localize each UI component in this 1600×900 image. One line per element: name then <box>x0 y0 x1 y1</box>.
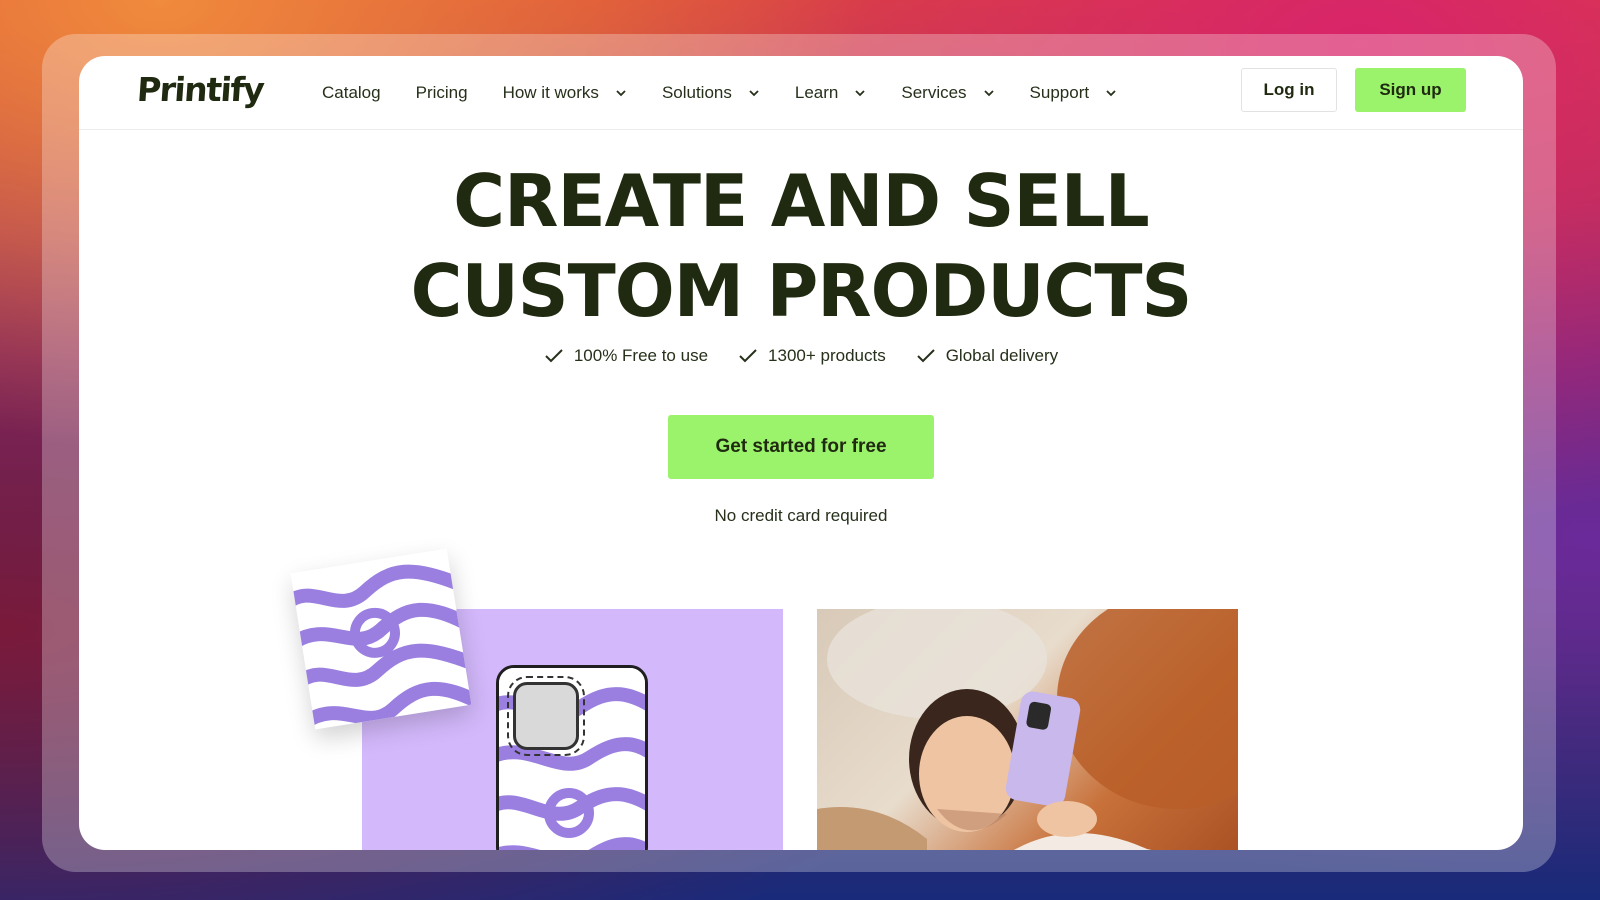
check-icon <box>545 349 563 363</box>
chevron-down-icon <box>749 90 759 97</box>
nav-item-pricing[interactable]: Pricing <box>416 83 468 103</box>
nav-menu: Catalog Pricing How it works Solutions L… <box>322 56 1152 130</box>
nav-item-label: Solutions <box>661 83 732 102</box>
browser-page: Printify Catalog Pricing How it works So… <box>79 56 1523 850</box>
feature-label: 1300+ products <box>768 346 886 365</box>
chevron-down-icon <box>855 90 865 97</box>
signup-button[interactable]: Sign up <box>1355 68 1466 112</box>
nav-item-how-it-works[interactable]: How it works <box>503 83 627 103</box>
nav-item-services[interactable]: Services <box>901 83 994 103</box>
no-credit-card-note: No credit card required <box>714 506 888 525</box>
feature-item: 1300+ products <box>738 346 886 366</box>
chevron-down-icon <box>983 90 994 97</box>
get-started-button[interactable]: Get started for free <box>668 415 934 479</box>
nav-item-label: Services <box>901 83 967 102</box>
nav-item-support[interactable]: Support <box>1030 83 1118 103</box>
check-icon <box>916 349 935 363</box>
photo-woman-phone-icon <box>817 609 1238 850</box>
nav-item-catalog[interactable]: Catalog <box>322 83 381 103</box>
feature-item: Global delivery <box>916 346 1058 366</box>
check-icon <box>739 349 757 363</box>
camera-cutout <box>507 676 585 756</box>
nav-item-label: Catalog <box>322 83 381 102</box>
nav-item-label: How it works <box>502 83 599 102</box>
nav-item-label: Learn <box>794 83 839 102</box>
chevron-down-icon <box>616 90 626 97</box>
chevron-down-icon <box>1106 90 1116 97</box>
nav-item-learn[interactable]: Learn <box>795 83 866 103</box>
nav-item-label: Pricing <box>415 83 468 102</box>
feature-list: 100% Free to use 1300+ products Global d… <box>79 346 1523 366</box>
pattern-swatch-image <box>290 548 472 730</box>
swirl-pattern-icon <box>290 548 472 730</box>
lifestyle-photo <box>817 609 1238 850</box>
feature-item: 100% Free to use <box>544 346 708 366</box>
nav-item-solutions[interactable]: Solutions <box>662 83 760 103</box>
nav-item-label: Support <box>1029 83 1090 102</box>
hero-title-line-1: CREATE AND SELL <box>453 159 1149 243</box>
hero-title-line-2: CUSTOM PRODUCTS <box>410 249 1193 333</box>
printify-logo[interactable]: Printify <box>136 70 265 109</box>
login-button[interactable]: Log in <box>1241 68 1337 112</box>
feature-label: 100% Free to use <box>573 346 709 365</box>
phone-case-mockup <box>496 665 648 850</box>
feature-label: Global delivery <box>945 346 1059 365</box>
top-navigation: Printify Catalog Pricing How it works So… <box>79 56 1523 130</box>
hero-title: CREATE AND SELL CUSTOM PRODUCTS <box>93 156 1508 336</box>
